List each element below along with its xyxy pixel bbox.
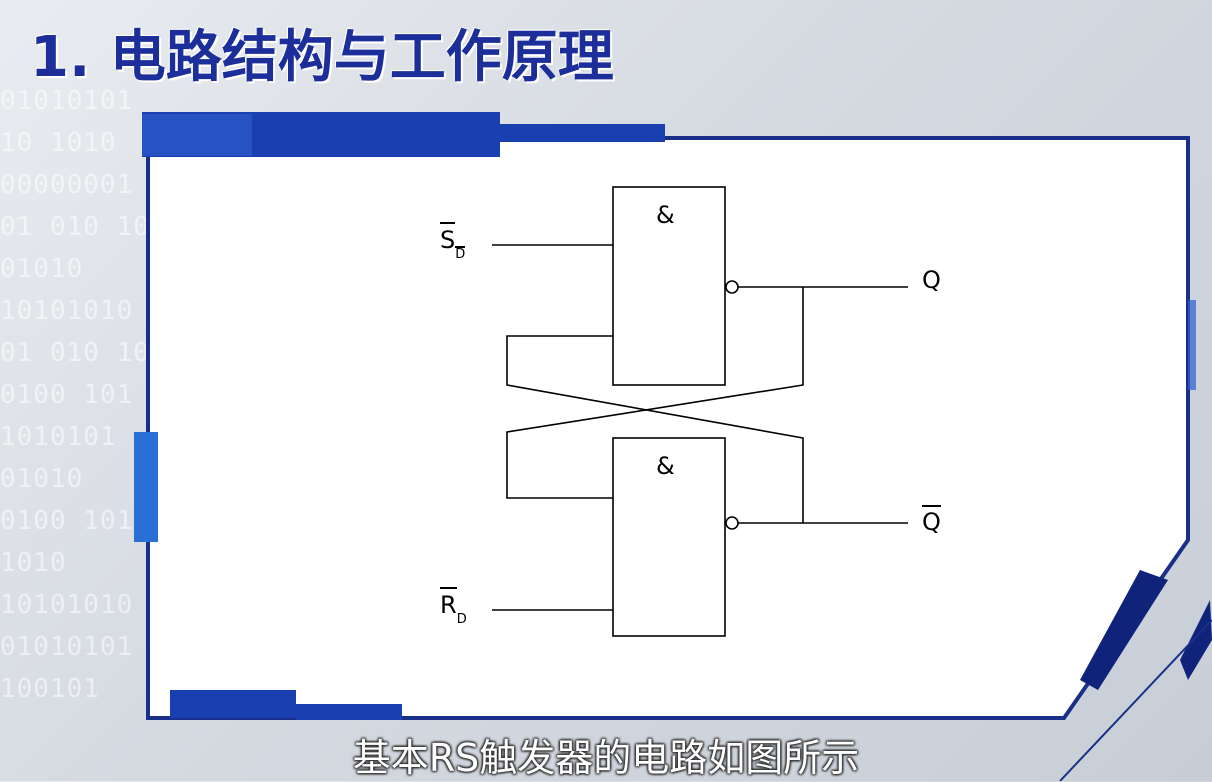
input-label-rd-subscript: D	[456, 612, 467, 627]
gate-symbol-top: &	[656, 201, 675, 229]
slide-frame	[134, 112, 1212, 781]
inverter-bubble-top	[725, 280, 739, 294]
inverter-bubble-bottom	[725, 516, 739, 530]
gate-symbol-bottom: &	[656, 452, 675, 480]
input-label-rd-letter: R	[440, 587, 457, 619]
input-label-sd: SD	[440, 222, 466, 262]
video-caption: 基本RS触发器的电路如图所示	[352, 736, 860, 780]
output-label-q: Q	[922, 266, 941, 294]
input-label-sd-letter: S	[440, 222, 456, 254]
input-label-sd-subscript: D	[455, 246, 466, 262]
input-label-rd: RD	[440, 587, 467, 627]
output-label-qbar: Q	[922, 505, 941, 536]
